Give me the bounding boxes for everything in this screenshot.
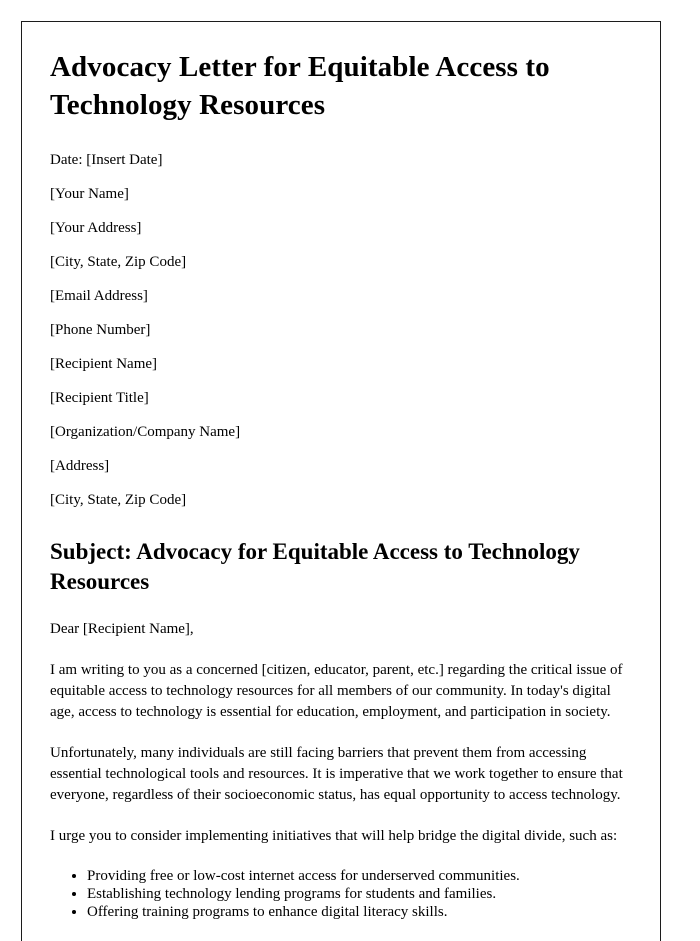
list-item: Establishing technology lending programs… <box>87 885 632 903</box>
list-item: Providing free or low-cost internet acce… <box>87 867 632 885</box>
sender-line-address: [Your Address] <box>50 220 142 236</box>
recipient-line-organization: [Organization/Company Name] <box>50 424 241 440</box>
document-page: Advocacy Letter for Equitable Access to … <box>21 21 661 941</box>
sender-line-phone: [Phone Number] <box>50 322 151 338</box>
salutation: Dear [Recipient Name], <box>50 621 194 637</box>
body-paragraph-1: I am writing to you as a concerned [citi… <box>50 662 623 720</box>
sender-line-city-state-zip: [City, State, Zip Code] <box>50 254 187 270</box>
body-paragraph-3: I urge you to consider implementing init… <box>50 828 618 844</box>
recipient-line-title: [Recipient Title] <box>50 390 149 406</box>
sender-line-email: [Email Address] <box>50 288 148 304</box>
page-title: Advocacy Letter for Equitable Access to … <box>50 51 550 121</box>
recipient-line-address: [Address] <box>50 458 110 474</box>
document-content: Advocacy Letter for Equitable Access to … <box>22 22 660 921</box>
body-paragraph-2: Unfortunately, many individuals are stil… <box>50 745 623 803</box>
subject-heading: Subject: Advocacy for Equitable Access t… <box>50 539 580 594</box>
recipient-line-name: [Recipient Name] <box>50 356 158 372</box>
initiatives-list: Providing free or low-cost internet acce… <box>50 867 632 921</box>
list-item: Offering training programs to enhance di… <box>87 903 632 921</box>
recipient-line-city-state-zip: [City, State, Zip Code] <box>50 492 187 508</box>
sender-line-date: Date: [Insert Date] <box>50 152 163 168</box>
sender-line-name: [Your Name] <box>50 186 129 202</box>
